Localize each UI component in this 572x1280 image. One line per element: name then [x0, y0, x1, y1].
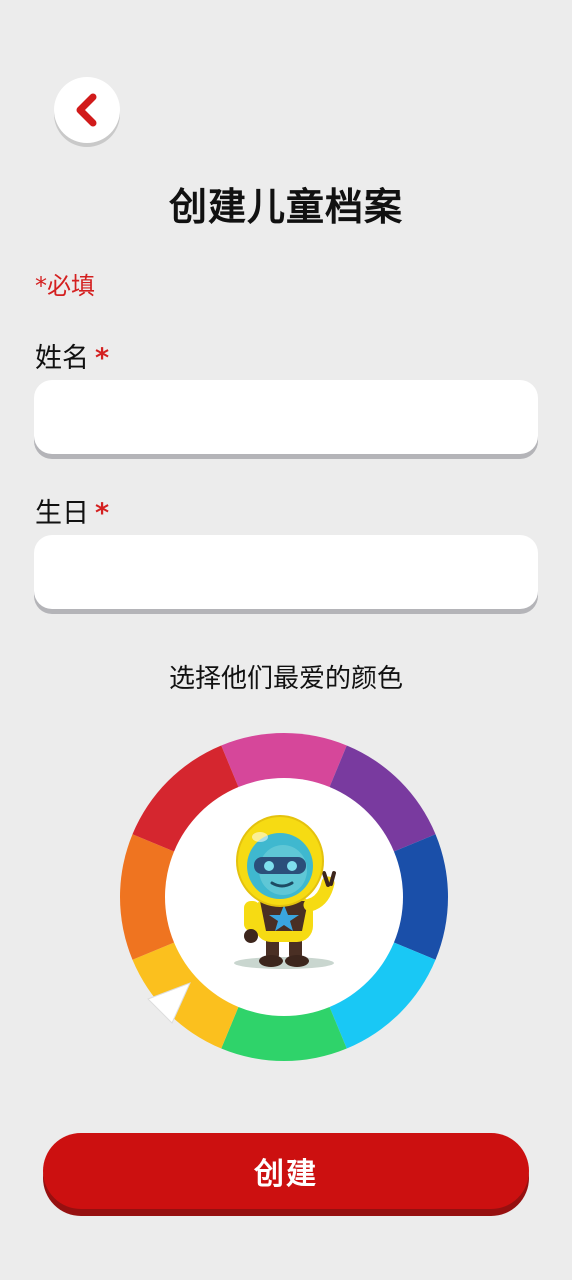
create-button[interactable]: 创建 [43, 1133, 529, 1209]
name-required-mark: * [95, 343, 110, 374]
color-wheel[interactable] [120, 733, 448, 1061]
color-prompt: 选择他们最爱的颜色 [168, 664, 403, 694]
name-input[interactable] [34, 380, 538, 454]
birthday-required-mark: * [95, 498, 110, 529]
name-label-text: 姓名 [35, 343, 89, 374]
birthday-input[interactable] [34, 535, 538, 609]
name-label: 姓名 * [35, 336, 109, 375]
birthday-label: 生日 * [35, 491, 109, 530]
page-title: 创建儿童档案 [168, 185, 403, 229]
back-button[interactable] [54, 77, 120, 143]
required-note: *必填 [35, 272, 95, 300]
chevron-left-icon [72, 93, 102, 127]
birthday-label-text: 生日 [35, 498, 89, 529]
